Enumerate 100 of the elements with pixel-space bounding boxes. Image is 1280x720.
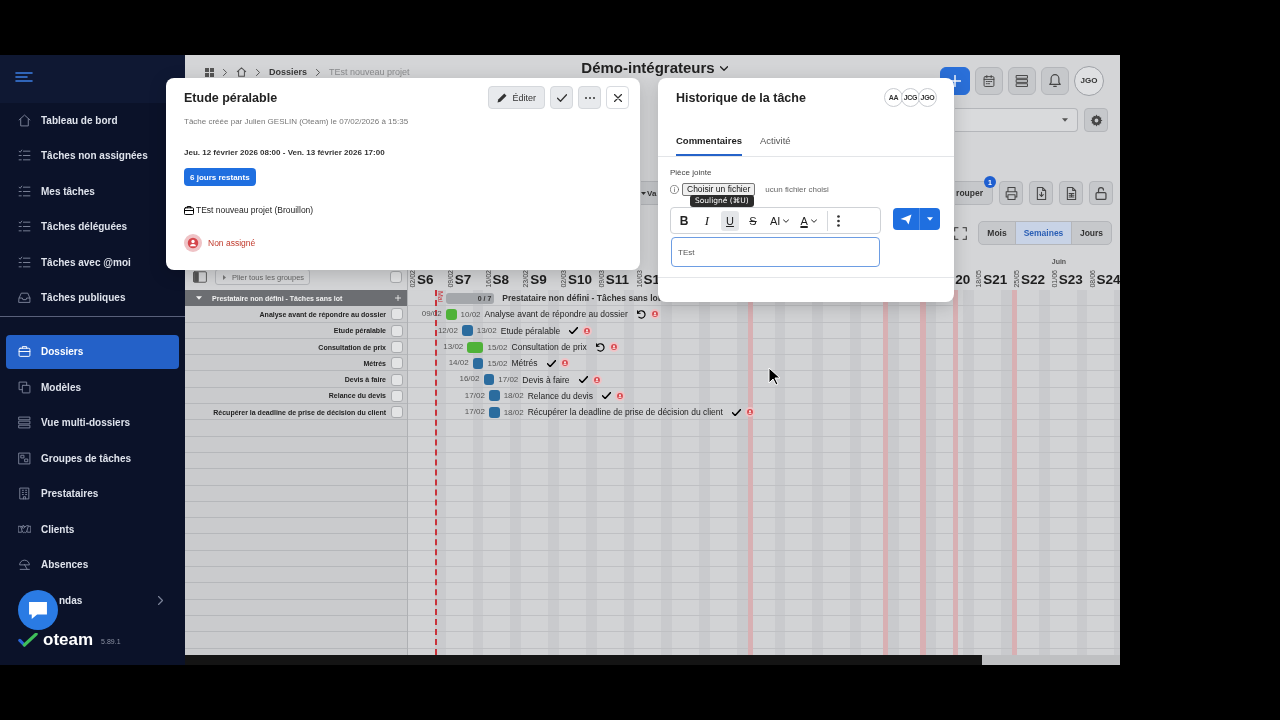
workspace-selector[interactable]: Démo-intégrateurs: [581, 60, 728, 76]
start-date: 17/02: [464, 407, 485, 418]
underline-button[interactable]: U: [721, 210, 739, 231]
panel-toggle-icon[interactable]: [193, 271, 207, 283]
week-label: S6: [417, 270, 434, 289]
caret-down-icon: [1062, 118, 1068, 122]
strikethrough-button[interactable]: S: [744, 210, 762, 231]
rows-view-button[interactable]: [1008, 66, 1036, 95]
task-bar[interactable]: [488, 406, 500, 418]
menu-icon[interactable]: [15, 72, 33, 82]
sidebar-item[interactable]: Mes tâches: [6, 174, 179, 208]
week-label: S7: [454, 270, 472, 289]
sidebar-item[interactable]: Prestataires: [6, 476, 179, 511]
user-avatar[interactable]: JGO: [1074, 65, 1104, 96]
week-label: S24: [1096, 270, 1120, 289]
start-date: 17/02: [464, 390, 485, 401]
close-button[interactable]: [606, 86, 629, 109]
chevron-down-icon: [783, 218, 790, 223]
row-checkbox[interactable]: [391, 341, 403, 354]
week-label: S8: [492, 270, 509, 289]
file-chooser-button[interactable]: Choisir un fichier: [682, 182, 756, 196]
view-tab[interactable]: Jours: [1071, 222, 1111, 244]
task-label: Consultation de prix: [511, 342, 587, 353]
caret-down-icon[interactable]: [196, 296, 202, 301]
sidebar-item[interactable]: ndas: [6, 583, 179, 617]
task-label: Métrés: [511, 358, 538, 369]
toolbar-button[interactable]: Va: [641, 181, 658, 205]
week-label: 20: [955, 270, 971, 289]
sidebar-item[interactable]: Tâches publiques: [6, 280, 179, 315]
logo-checkmark-icon: [18, 633, 38, 647]
sidebar-item[interactable]: Tâches déléguées: [6, 209, 179, 244]
select-all-checkbox[interactable]: [390, 271, 402, 283]
start-date: 12/02: [437, 325, 458, 336]
download-button[interactable]: [1029, 181, 1053, 205]
copy-icon: [18, 380, 31, 394]
chevron-right-icon: [316, 68, 321, 76]
scrollbar-thumb[interactable]: [982, 655, 1120, 665]
vertical-ellipsis-icon: [836, 214, 840, 227]
row-checkbox[interactable]: [391, 389, 403, 402]
row-checkbox[interactable]: [391, 406, 403, 419]
edit-button[interactable]: Éditer: [488, 86, 545, 109]
sidebar-item[interactable]: Dossiers: [6, 334, 179, 369]
export-button[interactable]: [1059, 181, 1083, 205]
sidebar-item[interactable]: Vue multi-dossiers: [6, 405, 179, 440]
bold-button[interactable]: B: [675, 210, 693, 231]
stacked-rows-icon: [18, 416, 31, 429]
fullscreen-button[interactable]: [954, 226, 967, 240]
week-label: S1: [643, 270, 660, 289]
task-bar[interactable]: [461, 325, 473, 337]
plus-icon[interactable]: [395, 295, 401, 302]
notifications-button[interactable]: [1041, 66, 1069, 95]
caret-right-icon: [223, 274, 226, 280]
apps-grid-icon[interactable]: [205, 67, 214, 77]
week-label: S22: [1021, 270, 1046, 289]
checklist-icon: [18, 220, 31, 233]
row-checkbox[interactable]: [391, 373, 403, 386]
task-bar[interactable]: [483, 374, 495, 386]
breadcrumb-link[interactable]: Dossiers: [269, 67, 308, 77]
task-bar[interactable]: [472, 357, 484, 369]
end-date: 17/02: [498, 375, 519, 385]
sidebar-item[interactable]: Clients: [6, 512, 179, 546]
font-size-button[interactable]: AI: [767, 210, 793, 231]
send-button[interactable]: [893, 208, 919, 230]
date-range: Jeu. 12 février 2026 08:00 - Ven. 13 février 2026 17:00: [184, 148, 386, 158]
paper-plane-icon: [900, 213, 912, 225]
calendar-button[interactable]: [975, 66, 1003, 95]
settings-icon: [1089, 113, 1103, 127]
home-icon[interactable]: [236, 67, 247, 77]
settings-button[interactable]: [1084, 108, 1108, 132]
task-bar[interactable]: [488, 390, 500, 402]
lock-button[interactable]: [1089, 181, 1113, 205]
sidebar-item[interactable]: Modèles: [6, 370, 179, 404]
view-tab[interactable]: Mois: [979, 222, 1015, 244]
row-checkbox[interactable]: [391, 357, 403, 370]
scrollbar[interactable]: [185, 655, 1120, 665]
sidebar-item[interactable]: Tâches non assignées: [6, 138, 179, 173]
sidebar-item[interactable]: Absences: [6, 547, 179, 582]
start-date: 13/02: [443, 341, 464, 352]
check-button[interactable]: [550, 86, 573, 109]
row-checkbox[interactable]: [391, 324, 403, 337]
select-field[interactable]: [955, 108, 1078, 132]
fullscreen-icon: [954, 226, 967, 240]
row-checkbox[interactable]: [391, 308, 403, 321]
text-color-button[interactable]: A: [797, 210, 820, 231]
week-label: S21: [983, 270, 1008, 289]
italic-button[interactable]: I: [698, 210, 716, 231]
more-button[interactable]: [578, 86, 601, 109]
tab[interactable]: Activité: [760, 128, 791, 156]
sidebar-item[interactable]: Tableau de bord: [6, 103, 179, 137]
sidebar-item[interactable]: Groupes de tâches: [6, 441, 179, 475]
info-icon: [670, 184, 679, 194]
print-button[interactable]: [999, 181, 1023, 205]
end-date: 18/02: [503, 391, 524, 401]
tab[interactable]: Commentaires: [676, 128, 742, 156]
view-tab[interactable]: Semaines: [1015, 222, 1071, 244]
mouse-pointer-icon: [768, 367, 780, 386]
comment-field[interactable]: TEst: [671, 237, 880, 267]
end-date: 15/02: [487, 358, 508, 368]
sidebar-item[interactable]: Tâches avec @moi: [6, 245, 179, 279]
send-options-button[interactable]: [919, 208, 940, 230]
